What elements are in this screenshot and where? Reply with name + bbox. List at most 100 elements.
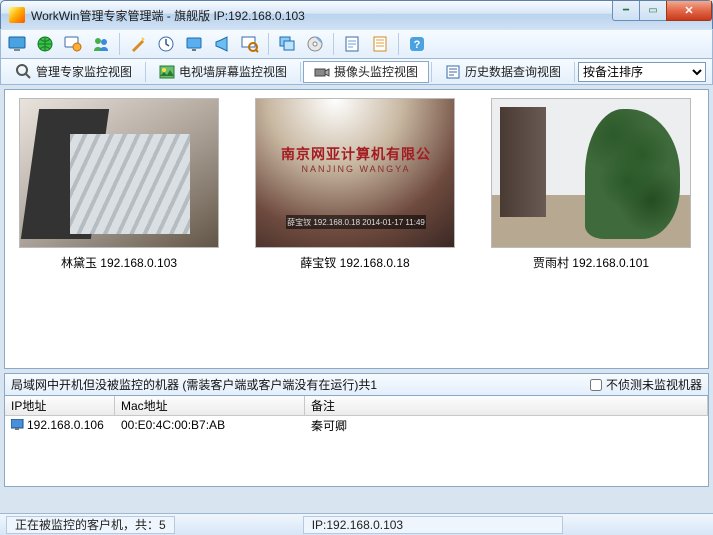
list-icon xyxy=(371,35,389,53)
note-icon xyxy=(343,35,361,53)
overlay-bar: 薛宝钗 192.168.0.18 2014-01-17 11:49 xyxy=(286,215,426,229)
search-screen-icon xyxy=(241,35,259,53)
no-detect-checkbox-label[interactable]: 不侦测未监视机器 xyxy=(590,376,702,393)
help-icon: ? xyxy=(408,35,426,53)
camera-item[interactable]: 林黛玉 192.168.0.103 xyxy=(19,98,219,271)
cell-mac: 00:E0:4C:00:B7:AB xyxy=(115,418,305,432)
camera-item[interactable]: 贾雨村 192.168.0.101 xyxy=(491,98,691,271)
camera-item[interactable]: 南京网亚计算机有限公 NANJING WANGYA 薛宝钗 192.168.0.… xyxy=(255,98,455,271)
toolbar-btn-7[interactable] xyxy=(182,32,206,56)
camera-name: 林黛玉 xyxy=(61,256,97,270)
camera-caption: 林黛玉 192.168.0.103 xyxy=(61,254,177,271)
toolbar-btn-help[interactable]: ? xyxy=(405,32,429,56)
toolbar-btn-9[interactable] xyxy=(238,32,262,56)
magnifier-icon xyxy=(16,64,32,80)
camera-ip: 192.168.0.103 xyxy=(100,256,177,270)
sort-dropdown[interactable]: 按备注排序 xyxy=(578,62,706,82)
camera-caption: 薛宝钗 192.168.0.18 xyxy=(300,254,409,271)
toolbar-separator xyxy=(333,33,334,55)
camera-panel: 林黛玉 192.168.0.103 南京网亚计算机有限公 NANJING WAN… xyxy=(4,89,709,369)
camera-thumbnail[interactable] xyxy=(491,98,691,248)
disc-icon xyxy=(306,35,324,53)
toolbar-separator xyxy=(398,33,399,55)
col-ip[interactable]: IP地址 xyxy=(5,396,115,415)
toolbar-btn-12[interactable] xyxy=(340,32,364,56)
status-ip: IP:192.168.0.103 xyxy=(303,516,563,534)
globe-icon xyxy=(36,35,54,53)
panel-title-text: 局域网中开机但没被监控的机器 (需装客户端或客户端没有在运行)共1 xyxy=(11,376,377,393)
toolbar-btn-4[interactable] xyxy=(89,32,113,56)
tab-separator xyxy=(574,62,575,82)
window-controls: ━ ▭ ✕ xyxy=(613,1,712,21)
unmonitored-table: IP地址 Mac地址 备注 192.168.0.106 00:E0:4C:00:… xyxy=(4,395,709,487)
status-clients: 正在被监控的客户机，共：5 xyxy=(6,516,175,534)
monitor-icon xyxy=(8,35,26,53)
history-icon xyxy=(445,64,461,80)
window-titlebar: WorkWin管理专家管理端 - 旗舰版 IP:192.168.0.103 ━ … xyxy=(0,0,713,29)
toolbar-btn-11[interactable] xyxy=(303,32,327,56)
toolbar-btn-2[interactable] xyxy=(33,32,57,56)
camera-thumbnail[interactable]: 南京网亚计算机有限公 NANJING WANGYA 薛宝钗 192.168.0.… xyxy=(255,98,455,248)
table-header: IP地址 Mac地址 备注 xyxy=(5,396,708,416)
tab-expert-view[interactable]: 管理专家监控视图 xyxy=(5,61,143,83)
windows-icon xyxy=(278,35,296,53)
view-tabs: 管理专家监控视图 电视墙屏幕监控视图 摄像头监控视图 历史数据查询视图 按备注排… xyxy=(0,59,713,85)
camera-ip: 192.168.0.18 xyxy=(340,256,410,270)
clock-icon xyxy=(157,35,175,53)
checkbox-label: 不侦测未监视机器 xyxy=(606,376,702,393)
maximize-button[interactable]: ▭ xyxy=(639,1,667,21)
screen-icon xyxy=(185,35,203,53)
camera-name: 薛宝钗 xyxy=(300,256,336,270)
window-title: WorkWin管理专家管理端 - 旗舰版 IP:192.168.0.103 xyxy=(31,7,305,24)
tab-label: 管理专家监控视图 xyxy=(36,63,132,80)
toolbar-btn-5[interactable] xyxy=(126,32,150,56)
camera-thumbnail[interactable] xyxy=(19,98,219,248)
tab-separator xyxy=(145,62,146,82)
table-row[interactable]: 192.168.0.106 00:E0:4C:00:B7:AB 秦可卿 xyxy=(5,416,708,434)
toolbar-separator xyxy=(119,33,120,55)
camera-caption: 贾雨村 192.168.0.101 xyxy=(533,254,649,271)
camera-icon xyxy=(314,64,330,80)
camera-name: 贾雨村 xyxy=(533,256,569,270)
announce-icon xyxy=(213,35,231,53)
tab-history-view[interactable]: 历史数据查询视图 xyxy=(434,61,572,83)
sign-text: 南京网亚计算机有限公 NANJING WANGYA xyxy=(276,144,436,204)
cell-note: 秦可卿 xyxy=(305,417,708,434)
minimize-button[interactable]: ━ xyxy=(612,1,640,21)
row-ip: 192.168.0.106 xyxy=(27,418,104,432)
toolbar-btn-13[interactable] xyxy=(368,32,392,56)
camera-grid: 林黛玉 192.168.0.103 南京网亚计算机有限公 NANJING WAN… xyxy=(5,90,708,279)
toolbar-btn-1[interactable] xyxy=(5,32,29,56)
wand-icon xyxy=(129,35,147,53)
cell-ip: 192.168.0.106 xyxy=(5,418,115,432)
users-icon xyxy=(92,35,110,53)
camera-ip: 192.168.0.101 xyxy=(572,256,649,270)
close-button[interactable]: ✕ xyxy=(666,1,712,21)
display-settings-icon xyxy=(64,35,82,53)
toolbar-btn-8[interactable] xyxy=(210,32,234,56)
toolbar-btn-10[interactable] xyxy=(275,32,299,56)
toolbar-separator xyxy=(268,33,269,55)
col-mac[interactable]: Mac地址 xyxy=(115,396,305,415)
sign-cn: 南京网亚计算机有限公 xyxy=(276,144,436,164)
tab-label: 电视墙屏幕监控视图 xyxy=(179,63,287,80)
tab-separator xyxy=(300,62,301,82)
svg-text:?: ? xyxy=(414,39,421,51)
status-bar: 正在被监控的客户机，共：5 IP:192.168.0.103 xyxy=(0,513,713,535)
pc-icon xyxy=(11,419,25,431)
tab-label: 摄像头监控视图 xyxy=(334,63,418,80)
col-note[interactable]: 备注 xyxy=(305,396,708,415)
toolbar-btn-3[interactable] xyxy=(61,32,85,56)
tab-camera-view[interactable]: 摄像头监控视图 xyxy=(303,61,429,83)
no-detect-checkbox[interactable] xyxy=(590,379,602,391)
toolbar-btn-6[interactable] xyxy=(154,32,178,56)
tab-tvwall-view[interactable]: 电视墙屏幕监控视图 xyxy=(148,61,298,83)
app-icon xyxy=(9,7,25,23)
picture-icon xyxy=(159,64,175,80)
main-toolbar: ? xyxy=(0,29,713,59)
tab-separator xyxy=(431,62,432,82)
panel-header: 局域网中开机但没被监控的机器 (需装客户端或客户端没有在运行)共1 不侦测未监视… xyxy=(4,373,709,395)
sign-en: NANJING WANGYA xyxy=(276,164,436,174)
tab-label: 历史数据查询视图 xyxy=(465,63,561,80)
unmonitored-panel: 局域网中开机但没被监控的机器 (需装客户端或客户端没有在运行)共1 不侦测未监视… xyxy=(4,373,709,487)
